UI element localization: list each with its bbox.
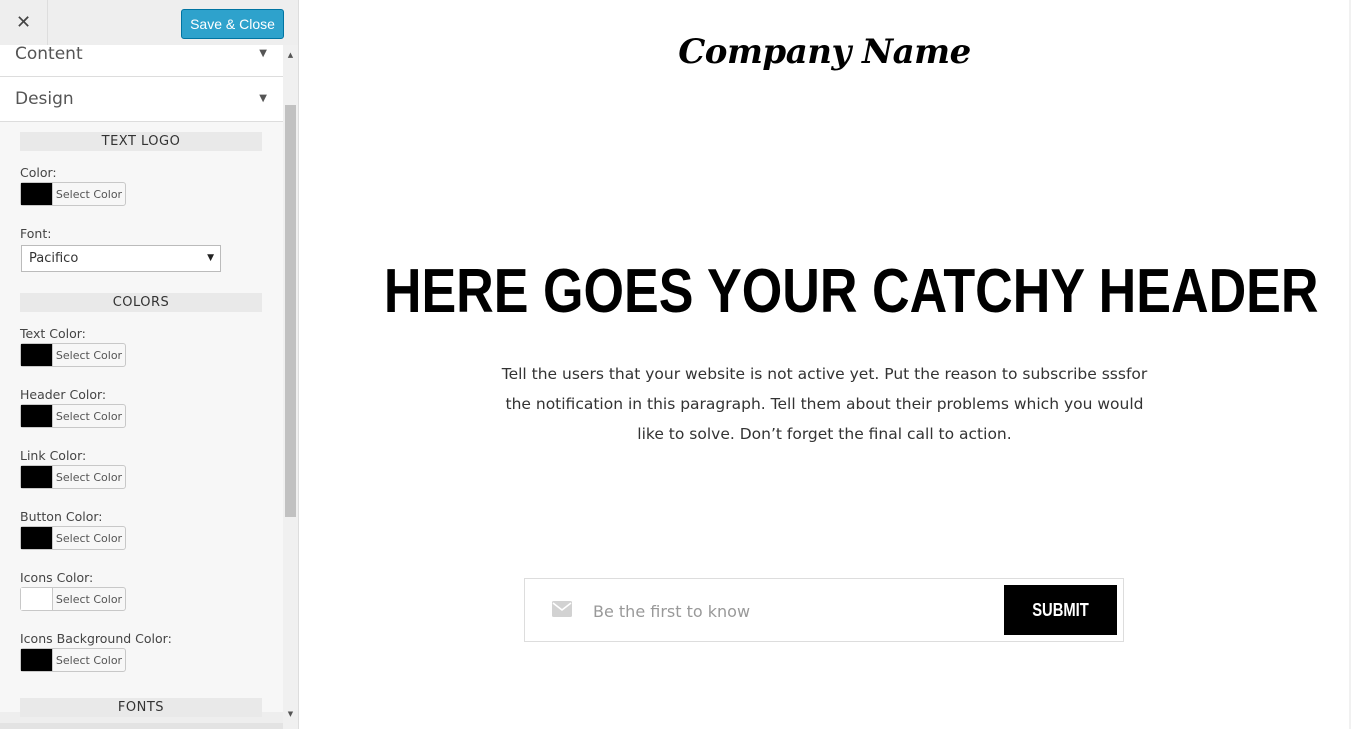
accordion-design[interactable]: Design ▼ bbox=[0, 77, 283, 122]
color-swatch bbox=[21, 588, 53, 610]
submit-button[interactable]: SUBMIT bbox=[1004, 585, 1117, 635]
scrollbar-thumb[interactable] bbox=[285, 105, 296, 517]
submit-button-label: SUBMIT bbox=[1032, 599, 1089, 620]
sidebar-header: ✕ Save & Close bbox=[0, 0, 298, 46]
design-settings: TEXT LOGO Color: Select Color Font: Paci… bbox=[0, 122, 283, 717]
text-color-label: Text Color: bbox=[20, 326, 86, 341]
section-header-colors: COLORS bbox=[20, 293, 262, 312]
select-color-text: Select Color bbox=[55, 653, 123, 667]
button-color-label: Button Color: bbox=[20, 509, 103, 524]
logo-color-label: Color: bbox=[20, 165, 57, 180]
color-swatch bbox=[21, 466, 53, 488]
icons-background-color-picker[interactable]: Select Color bbox=[20, 648, 126, 672]
logo-color-picker[interactable]: Select Color bbox=[20, 182, 126, 206]
color-swatch bbox=[21, 405, 53, 427]
intro-paragraph: Tell the users that your website is not … bbox=[501, 365, 1148, 443]
select-color-text: Select Color bbox=[55, 409, 123, 423]
customizer-sidebar: ✕ Save & Close Content ▼ Design ▼ TEXT L… bbox=[0, 0, 299, 729]
email-input[interactable] bbox=[591, 589, 995, 633]
chevron-down-icon: ▼ bbox=[259, 48, 267, 59]
sidebar-scrollbar[interactable]: ▲ ▼ bbox=[283, 45, 298, 729]
color-swatch bbox=[21, 527, 53, 549]
page-headline: HERE GOES YOUR CATCHY HEADER bbox=[383, 257, 1319, 326]
select-color-text: Select Color bbox=[55, 470, 123, 484]
icons-color-picker[interactable]: Select Color bbox=[20, 587, 126, 611]
text-color-picker[interactable]: Select Color bbox=[20, 343, 126, 367]
header-color-label: Header Color: bbox=[20, 387, 107, 402]
link-color-label: Link Color: bbox=[20, 448, 87, 463]
link-color-picker[interactable]: Select Color bbox=[20, 465, 126, 489]
company-logo: Company Name bbox=[678, 32, 971, 72]
accordion-content[interactable]: Content ▼ bbox=[0, 45, 283, 77]
font-label: Font: bbox=[20, 226, 52, 241]
accordion-content-label: Content bbox=[15, 45, 83, 64]
save-close-button[interactable]: Save & Close bbox=[181, 9, 284, 39]
color-swatch bbox=[21, 183, 53, 205]
color-swatch bbox=[21, 344, 53, 366]
settings-panel: Content ▼ Design ▼ TEXT LOGO Color: Sele… bbox=[0, 45, 283, 729]
section-header-fonts: FONTS bbox=[20, 698, 262, 717]
subscribe-form: SUBMIT bbox=[524, 578, 1124, 642]
accordion-design-label: Design bbox=[15, 89, 74, 109]
button-color-picker[interactable]: Select Color bbox=[20, 526, 126, 550]
select-color-text: Select Color bbox=[55, 348, 123, 362]
select-color-text: Select Color bbox=[55, 592, 123, 606]
color-swatch bbox=[21, 649, 53, 671]
section-header-text-logo: TEXT LOGO bbox=[20, 132, 262, 151]
sidebar-bottom-strip bbox=[0, 723, 283, 729]
close-icon[interactable]: ✕ bbox=[0, 0, 48, 45]
scroll-up-arrow-icon[interactable]: ▲ bbox=[283, 47, 298, 62]
icons-color-label: Icons Color: bbox=[20, 570, 94, 585]
dropdown-arrow-icon: ▼ bbox=[207, 253, 214, 263]
select-color-text: Select Color bbox=[55, 531, 123, 545]
icons-background-color-label: Icons Background Color: bbox=[20, 631, 172, 646]
font-select-value: Pacifico bbox=[29, 251, 79, 266]
header-color-picker[interactable]: Select Color bbox=[20, 404, 126, 428]
select-color-text: Select Color bbox=[55, 187, 123, 201]
font-select[interactable]: Pacifico ▼ bbox=[21, 245, 221, 272]
envelope-icon bbox=[552, 601, 572, 617]
scroll-down-arrow-icon[interactable]: ▼ bbox=[283, 706, 298, 721]
chevron-down-icon: ▼ bbox=[259, 93, 267, 104]
preview-page: Company Name HERE GOES YOUR CATCHY HEADE… bbox=[300, 0, 1349, 729]
